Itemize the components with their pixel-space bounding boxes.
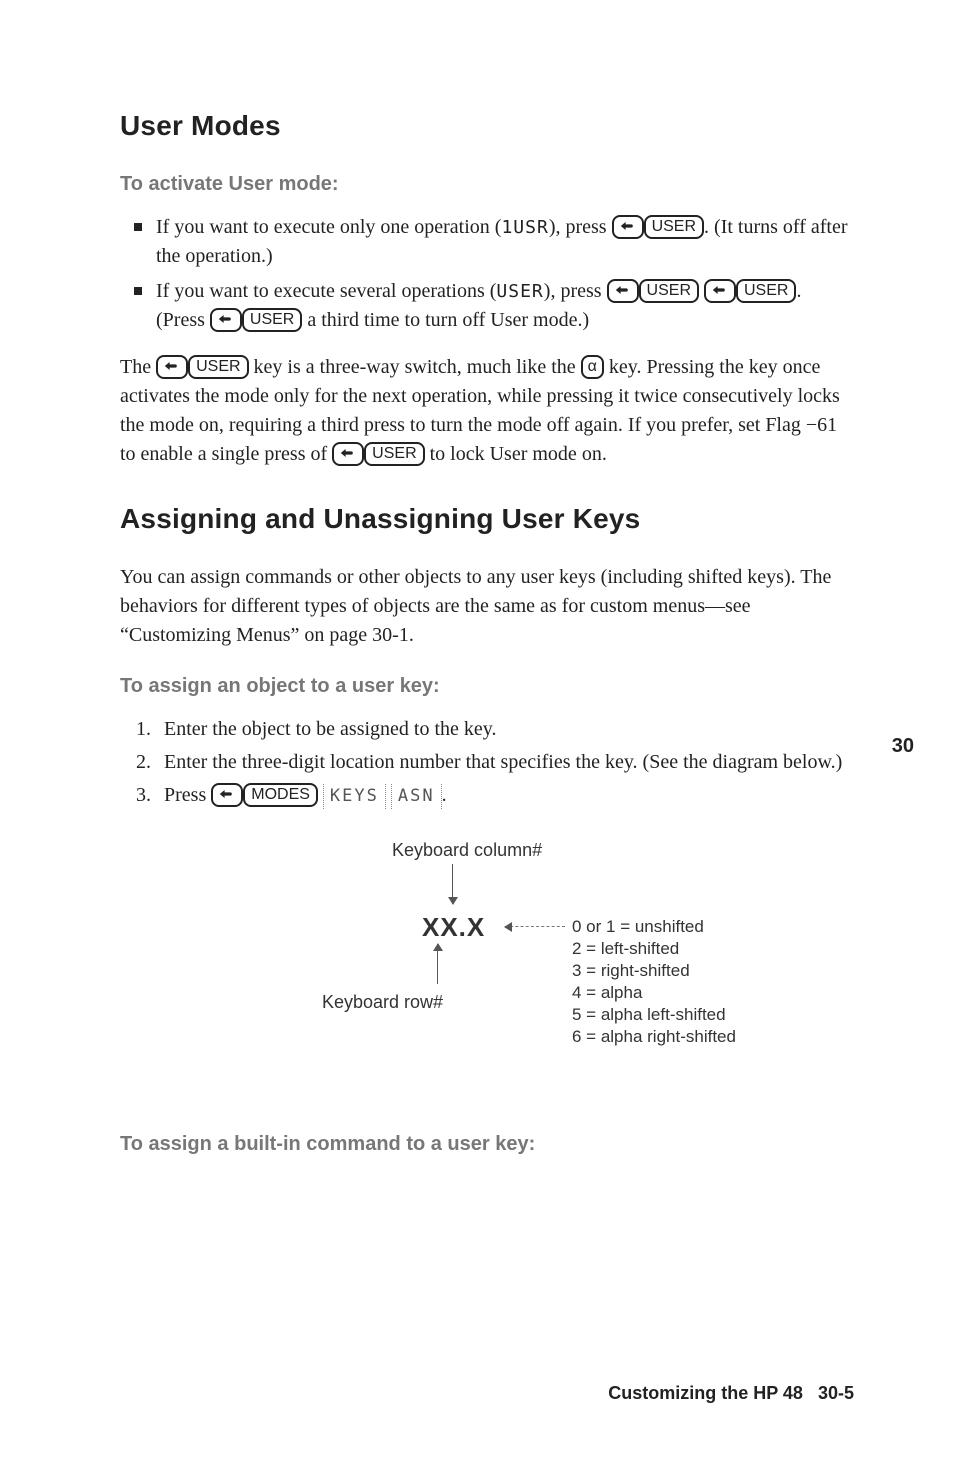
arrow-up-icon <box>437 944 440 984</box>
alpha-key-icon: α <box>581 355 604 379</box>
left-shift-key-icon <box>704 279 736 303</box>
legend-line: 5 = alpha left-shifted <box>572 1004 736 1026</box>
arrow-down-icon <box>452 864 455 904</box>
text: to lock User mode on. <box>425 443 607 465</box>
legend-line: 3 = right-shifted <box>572 960 736 982</box>
text: The <box>120 356 156 378</box>
text: Press <box>164 784 211 806</box>
paragraph: The USER key is a three-way switch, much… <box>120 353 854 469</box>
left-shift-key-icon <box>211 783 243 807</box>
user-key-icon: USER <box>364 442 424 466</box>
user-key-icon: USER <box>644 215 704 239</box>
paragraph: You can assign commands or other objects… <box>120 563 854 650</box>
activate-list: If you want to execute only one operatio… <box>120 213 854 335</box>
list-item: If you want to execute several operation… <box>134 277 854 335</box>
text: If you want to execute only one operatio… <box>156 216 501 238</box>
screen-text: 1USR <box>501 217 548 238</box>
user-key-icon: USER <box>242 308 302 332</box>
legend-line: 4 = alpha <box>572 982 736 1004</box>
list-item: Enter the three-digit location number th… <box>156 748 854 777</box>
lede-activate: To activate User mode: <box>120 170 854 199</box>
heading-user-modes: User Modes <box>120 110 854 142</box>
lede-assign-object: To assign an object to a user key: <box>120 672 854 701</box>
footer-title: Customizing the HP 48 <box>608 1383 803 1403</box>
diagram-label-column: Keyboard column# <box>392 840 542 861</box>
diagram-key-format: XX.X <box>422 912 485 943</box>
user-key-icon: USER <box>736 279 796 303</box>
text: ), press <box>549 216 612 238</box>
left-shift-key-icon <box>607 279 639 303</box>
legend-line: 2 = left-shifted <box>572 938 736 960</box>
footer-page: 30-5 <box>818 1383 854 1403</box>
text: ), press <box>544 280 607 302</box>
heading-assigning: Assigning and Unassigning User Keys <box>120 503 854 535</box>
left-shift-key-icon <box>210 308 242 332</box>
list-item: If you want to execute only one operatio… <box>134 213 854 271</box>
left-shift-key-icon <box>612 215 644 239</box>
text: . <box>442 784 447 806</box>
legend-line: 6 = alpha right-shifted <box>572 1026 736 1048</box>
left-shift-key-icon <box>156 355 188 379</box>
user-key-icon: USER <box>639 279 699 303</box>
user-key-icon: USER <box>188 355 248 379</box>
arrow-left-icon <box>505 926 565 928</box>
softkey-keys: KEYS <box>323 784 386 809</box>
page-footer: Customizing the HP 48 30-5 <box>608 1383 854 1404</box>
list-item: Press MODES KEYS ASN. <box>156 781 854 810</box>
screen-text: USER <box>496 281 543 302</box>
legend-line: 0 or 1 = unshifted <box>572 916 736 938</box>
assign-steps: Enter the object to be assigned to the k… <box>120 715 854 810</box>
left-shift-key-icon <box>332 442 364 466</box>
text: a third time to turn off User mode.) <box>302 309 589 331</box>
diagram-legend: 0 or 1 = unshifted 2 = left-shifted 3 = … <box>572 916 736 1049</box>
lede-assign-builtin: To assign a built-in command to a user k… <box>120 1130 854 1159</box>
text: key is a three-way switch, much like the <box>249 356 581 378</box>
modes-key-icon: MODES <box>243 783 318 807</box>
diagram-label-row: Keyboard row# <box>322 992 443 1013</box>
key-number-diagram: Keyboard column# XX.X Keyboard row# 0 or… <box>227 840 747 1090</box>
chapter-tab: 30 <box>892 735 914 758</box>
list-item: Enter the object to be assigned to the k… <box>156 715 854 744</box>
softkey-asn: ASN <box>391 784 442 809</box>
text: If you want to execute several operation… <box>156 280 496 302</box>
